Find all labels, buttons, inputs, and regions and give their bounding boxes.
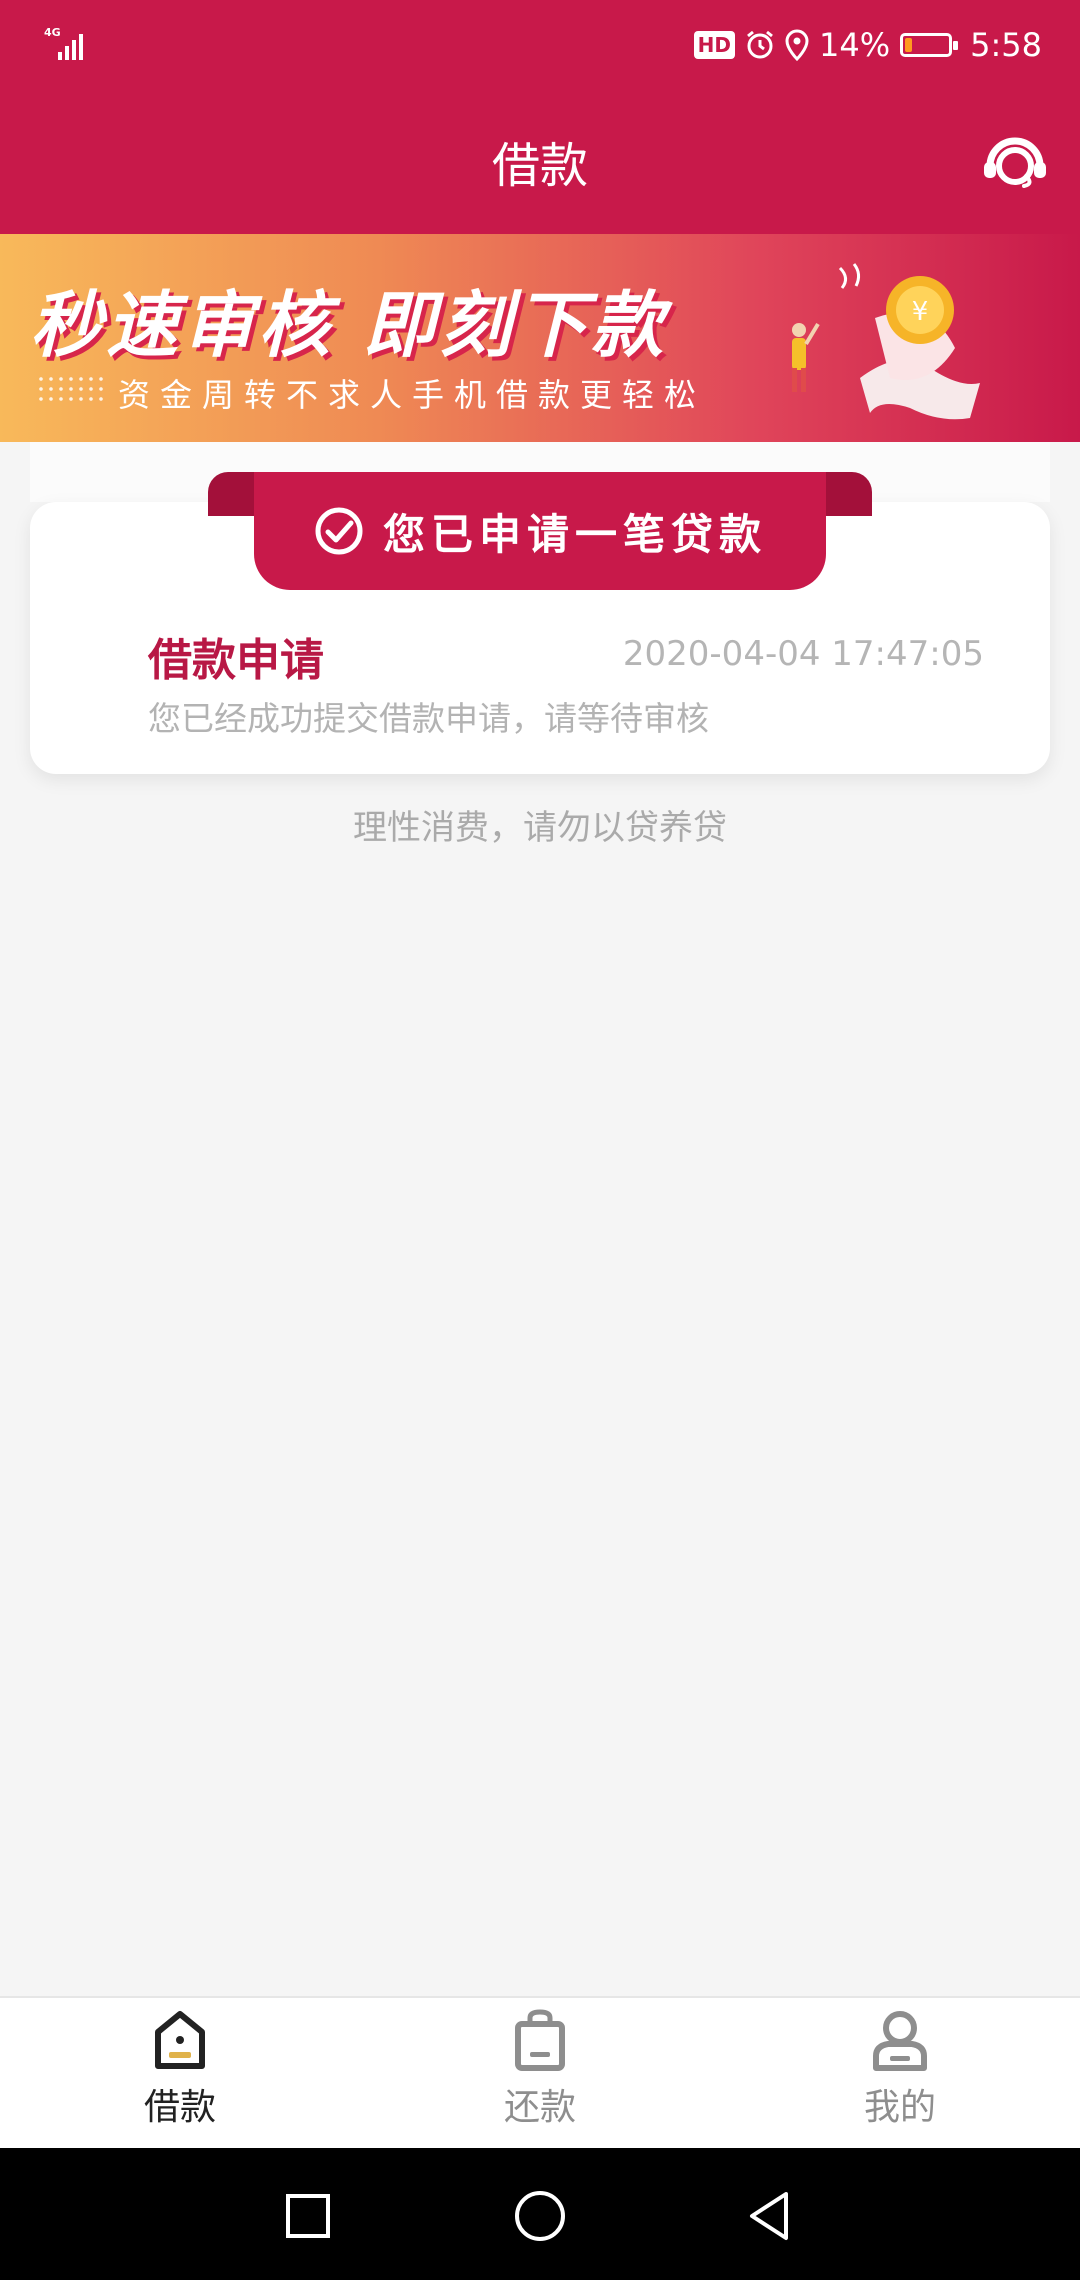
clock: 5:58 (970, 26, 1042, 64)
coin-illustration-icon: ¥ (792, 263, 980, 420)
repay-bag-icon (515, 2009, 565, 2071)
recent-apps-square-icon[interactable] (278, 2186, 338, 2246)
signal-icon: 4G (44, 26, 83, 60)
ribbon-label: 您已申请一笔贷款 (382, 509, 767, 559)
profile-icon (873, 2011, 927, 2071)
battery-level (905, 38, 912, 52)
battery-icon (900, 33, 959, 57)
app-bar: 借款 (0, 90, 1080, 234)
page-title: 借款 (491, 138, 588, 194)
network-type: 4G (44, 26, 61, 39)
promo-banner[interactable]: 秒速审核 即刻下款 资金周转不求人手机借款更轻松 ¥ (0, 234, 1080, 442)
alarm-icon (747, 30, 773, 59)
bottom-tab-bar: 借款 还款 我的 (0, 1996, 1080, 2148)
application-timestamp: 2020-04-04 17:47:05 (622, 634, 984, 674)
back-triangle-icon[interactable] (740, 2186, 800, 2246)
battery-percent: 14% (819, 26, 891, 64)
banner-headline: 秒速审核 即刻下款 (30, 283, 668, 367)
status-icons: HD 14% 5:58 (693, 20, 1042, 70)
banner-subtitle: 资金周转不求人手机借款更轻松 (118, 376, 707, 414)
tab-profile[interactable]: 我的 (820, 2008, 980, 2138)
status-bar: 4G HD 14% 5:58 (0, 0, 1080, 90)
application-ribbon: 您已申请一笔贷款 (254, 472, 826, 590)
home-circle-icon[interactable] (510, 2186, 570, 2246)
tab-borrow[interactable]: 借款 (100, 2008, 260, 2138)
customer-service-headset-icon[interactable] (980, 132, 1050, 192)
responsible-borrowing-notice: 理性消费，请勿以贷养贷 (353, 808, 727, 848)
tab-borrow-label: 借款 (143, 2087, 216, 2128)
banner-dots-decoration (36, 374, 106, 402)
hd-badge: HD (693, 31, 736, 59)
system-nav-bar (0, 2148, 1080, 2280)
application-description: 您已经成功提交借款申请，请等待审核 (148, 699, 709, 738)
tab-repay[interactable]: 还款 (460, 2008, 620, 2138)
location-icon (785, 29, 809, 61)
tab-repay-label: 还款 (503, 2087, 576, 2128)
tab-profile-label: 我的 (863, 2087, 936, 2128)
borrow-home-icon (155, 2011, 205, 2069)
check-circle-icon (315, 507, 363, 555)
application-title: 借款申请 (148, 635, 324, 686)
svg-text:¥: ¥ (912, 297, 929, 327)
